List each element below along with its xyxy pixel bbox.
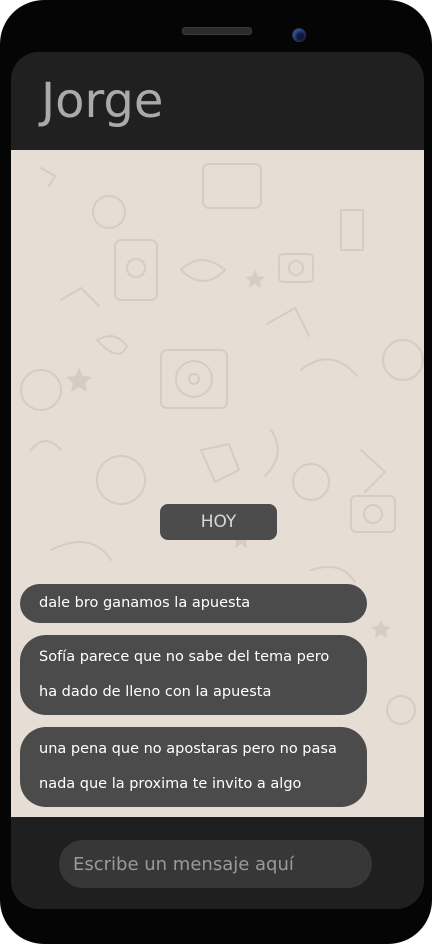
contact-name[interactable]: Jorge: [41, 72, 163, 130]
message-text: una pena que no apostaras pero no pasa: [39, 741, 337, 757]
message-text: nada que la proxima te invito a algo: [39, 776, 302, 792]
phone-frame: Jorge HOY dale bro ganamos la apuesta So…: [0, 0, 432, 944]
message-bubble[interactable]: dale bro ganamos la apuesta: [20, 584, 367, 623]
message-composer: [11, 817, 424, 909]
chat-area[interactable]: HOY dale bro ganamos la apuesta Sofía pa…: [11, 150, 424, 817]
message-bubble[interactable]: Sofía parece que no sabe del tema pero h…: [20, 635, 367, 715]
message-text: dale bro ganamos la apuesta: [39, 595, 251, 611]
message-bubble[interactable]: una pena que no apostaras pero no pasa n…: [20, 727, 367, 807]
message-text: Sofía parece que no sabe del tema pero: [39, 649, 330, 665]
chat-wallpaper-doodles: [20, 163, 424, 807]
day-divider: HOY: [160, 504, 277, 540]
phone-screen: Jorge HOY dale bro ganamos la apuesta So…: [11, 52, 424, 909]
speaker-grille-icon: [182, 27, 252, 35]
front-camera-icon: [292, 28, 306, 42]
message-text: ha dado de lleno con la apuesta: [39, 684, 272, 700]
message-input[interactable]: [59, 840, 372, 888]
chat-header: Jorge: [11, 52, 424, 150]
